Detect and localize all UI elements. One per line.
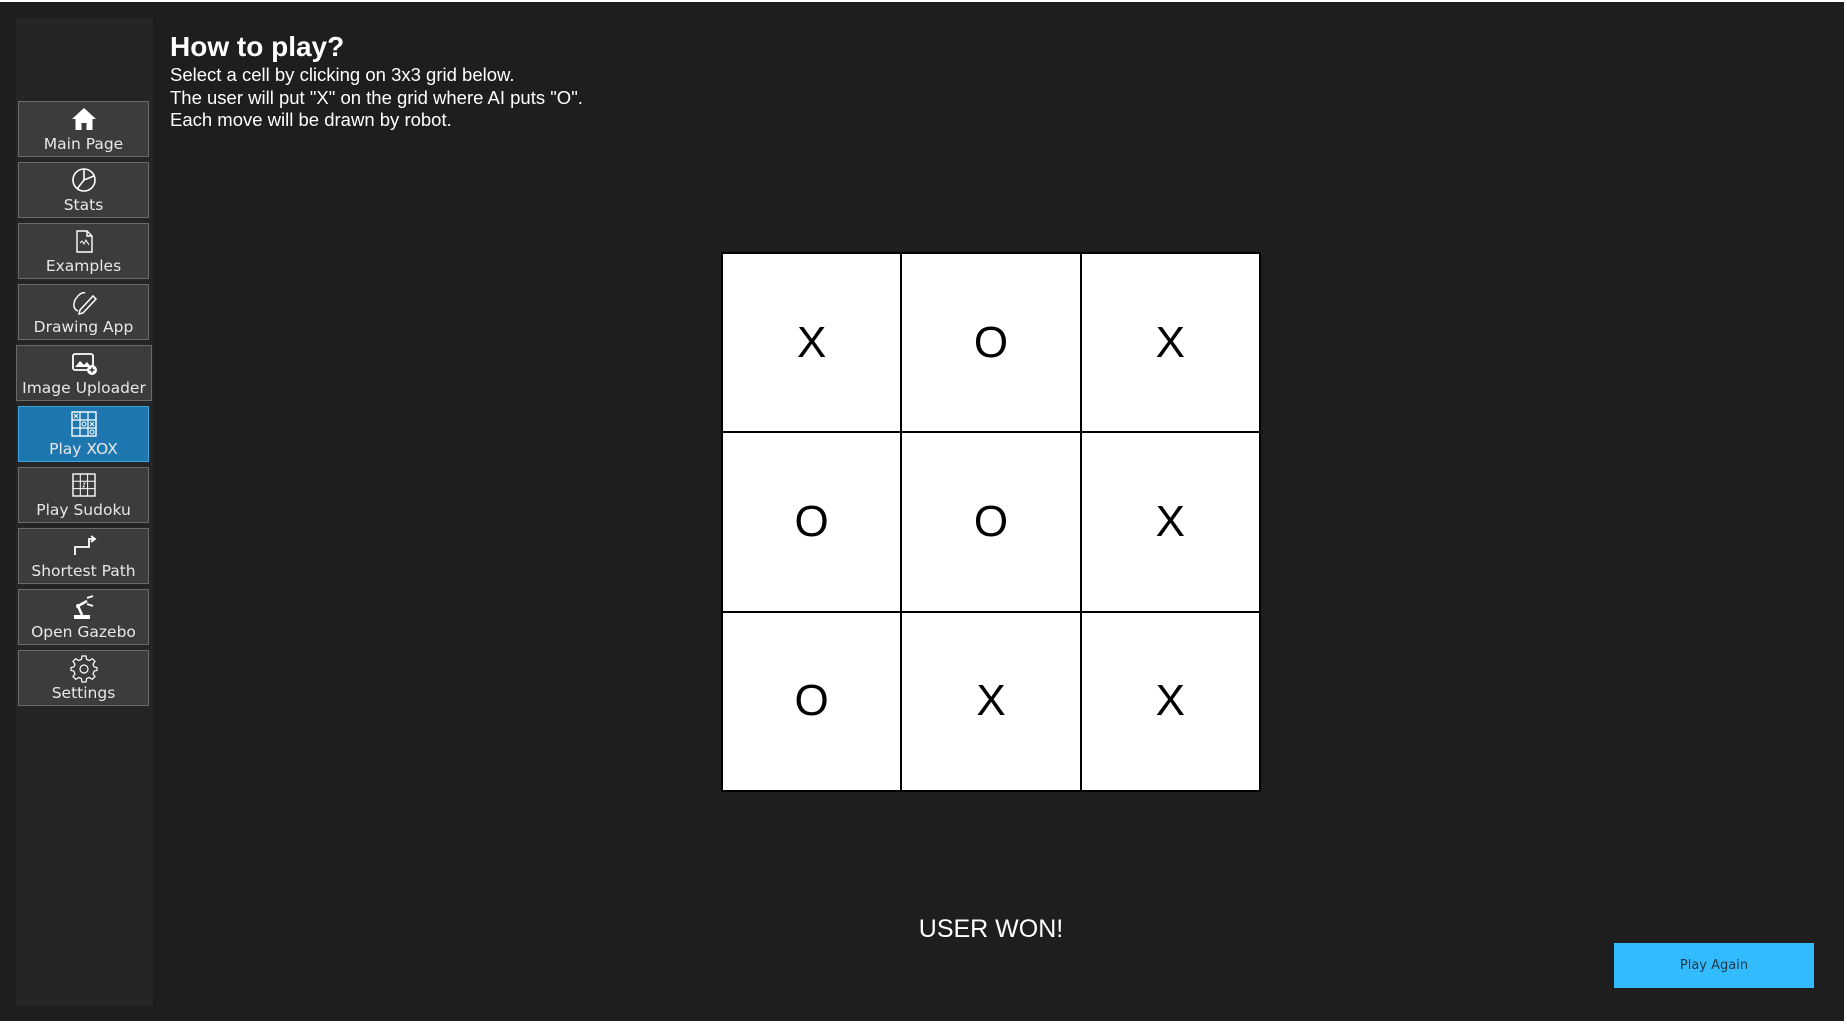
page-title: How to play?	[170, 31, 345, 62]
home-icon	[69, 104, 99, 134]
sidebar-item-label: Play XOX	[49, 440, 118, 458]
sidebar-item-label: Stats	[63, 196, 104, 214]
sidebar-item-label: Shortest Path	[31, 562, 136, 580]
board-cell-r1c3[interactable]: X	[1081, 254, 1259, 432]
xox-board: X O X O O X O X X	[721, 252, 1261, 792]
sidebar-item-label: Main Page	[43, 135, 124, 153]
sidebar-item-examples[interactable]: Examples	[18, 223, 149, 279]
instruction-line: Each move will be drawn by robot.	[170, 109, 452, 130]
pie-chart-icon	[69, 165, 99, 195]
path-arrow-icon	[69, 531, 99, 561]
instruction-line: Select a cell by clicking on 3x3 grid be…	[170, 64, 515, 85]
sidebar-item-drawing-app[interactable]: Drawing App	[18, 284, 149, 340]
instruction-line: The user will put "X" on the grid where …	[170, 86, 583, 108]
sidebar-item-label: Settings	[51, 684, 116, 702]
board-cell-r1c1[interactable]: X	[723, 254, 901, 432]
game-result-text: USER WON!	[918, 915, 1064, 943]
sidebar-item-label: Drawing App	[33, 318, 134, 336]
board-cell-r3c2[interactable]: X	[902, 612, 1080, 790]
app-window: Main Page Stats Examples Drawing App Ima…	[0, 2, 1844, 1021]
sidebar-item-play-xox[interactable]: Play XOX	[18, 406, 149, 462]
sidebar-item-label: Play Sudoku	[36, 501, 131, 519]
board-cell-r2c1[interactable]: O	[723, 433, 901, 611]
robot-arm-icon	[69, 592, 99, 622]
board-cell-r2c2[interactable]: O	[902, 433, 1080, 611]
sidebar-item-image-uploader[interactable]: Image Uploader	[16, 345, 152, 401]
sidebar-item-open-gazebo[interactable]: Open Gazebo	[18, 589, 149, 645]
sidebar-item-play-sudoku[interactable]: Play Sudoku	[18, 467, 149, 523]
board-cell-r1c2[interactable]: O	[902, 254, 1080, 432]
sidebar-item-label: Examples	[45, 257, 122, 275]
image-upload-icon	[69, 348, 99, 378]
board-cell-r2c3[interactable]: X	[1081, 433, 1259, 611]
sidebar-item-settings[interactable]: Settings	[18, 650, 149, 706]
sidebar-item-main-page[interactable]: Main Page	[18, 101, 149, 157]
sidebar-item-label: Open Gazebo	[31, 623, 136, 641]
sudoku-grid-icon	[69, 470, 99, 500]
sidebar-item-shortest-path[interactable]: Shortest Path	[18, 528, 149, 584]
board-cell-r3c1[interactable]: O	[723, 612, 901, 790]
document-icon	[69, 226, 99, 256]
xox-grid-icon	[69, 409, 99, 439]
sidebar-item-stats[interactable]: Stats	[18, 162, 149, 218]
board-cell-r3c3[interactable]: X	[1081, 612, 1259, 790]
gear-icon	[69, 653, 99, 683]
instructions-panel: How to play? Select a cell by clicking o…	[170, 30, 583, 132]
play-again-button[interactable]: Play Again	[1614, 943, 1814, 988]
pencil-icon	[69, 287, 99, 317]
sidebar: Main Page Stats Examples Drawing App Ima…	[16, 18, 153, 1006]
sidebar-item-label: Image Uploader	[22, 379, 146, 397]
